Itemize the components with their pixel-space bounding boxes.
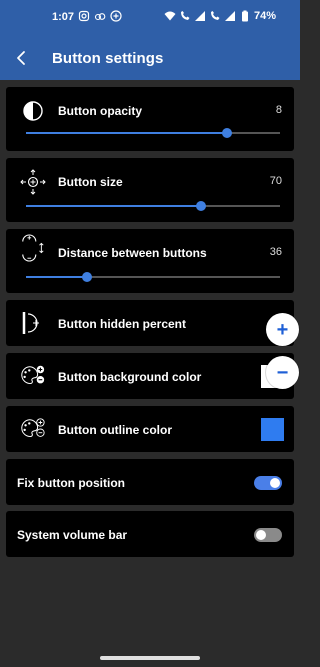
half-circle-icon — [20, 98, 46, 124]
distance-icon — [20, 234, 46, 262]
minus-icon: − — [276, 361, 289, 384]
gesture-nav-handle[interactable] — [100, 656, 200, 660]
setting-label: Button hidden percent — [58, 317, 186, 331]
volume-bar-toggle[interactable] — [254, 528, 282, 542]
slider-fill — [26, 276, 87, 278]
setting-label: System volume bar — [17, 528, 128, 542]
status-system-icons: 74% — [164, 10, 276, 22]
cloud-icon — [94, 13, 106, 21]
slider-thumb[interactable] — [196, 201, 207, 211]
setting-fix-button-position: Fix button position — [6, 459, 294, 505]
wifi-call-icon — [180, 11, 190, 20]
plus-circle-icon — [110, 10, 122, 22]
battery-percent: 74% — [253, 10, 276, 22]
signal-icon-2 — [224, 11, 235, 21]
slider-thumb[interactable] — [81, 272, 92, 282]
setting-value: 70 — [269, 175, 282, 187]
slider-thumb[interactable] — [221, 128, 232, 138]
setting-button-opacity: Button opacity 8 — [6, 87, 294, 151]
floating-volume-up-button[interactable]: + — [266, 313, 299, 346]
palette-icon — [20, 416, 46, 442]
setting-button-hidden-percent[interactable]: Button hidden percent — [6, 300, 294, 346]
wifi-call-icon-2 — [210, 11, 220, 20]
setting-label: Button opacity — [58, 104, 142, 118]
setting-label: Button size — [58, 175, 123, 189]
setting-button-size: Button size 70 — [6, 158, 294, 222]
wifi-icon — [164, 11, 176, 21]
setting-label: Distance between buttons — [58, 246, 207, 260]
setting-button-outline-color[interactable]: Button outline color — [6, 406, 294, 452]
toggle-knob — [256, 530, 266, 540]
setting-value: 36 — [269, 246, 282, 258]
status-bar: 1:07 74% — [0, 0, 300, 36]
page-title: Button settings — [52, 50, 164, 67]
hidden-percent-icon — [20, 310, 46, 336]
move-arrows-icon — [20, 169, 46, 195]
palette-icon — [20, 363, 46, 389]
setting-label: Button outline color — [58, 423, 172, 437]
setting-button-background-color[interactable]: Button background color — [6, 353, 294, 399]
setting-label: Fix button position — [17, 476, 125, 490]
distance-slider[interactable] — [26, 271, 280, 283]
setting-distance-between-buttons: Distance between buttons 36 — [6, 229, 294, 293]
status-time: 1:07 — [52, 11, 75, 23]
size-slider[interactable] — [26, 200, 280, 212]
fix-position-toggle[interactable] — [254, 476, 282, 490]
back-button[interactable] — [10, 46, 34, 70]
slider-fill — [26, 132, 227, 134]
setting-system-volume-bar: System volume bar — [6, 511, 294, 557]
setting-value: 8 — [275, 104, 282, 116]
plus-icon: + — [276, 318, 289, 341]
battery-icon — [241, 10, 248, 22]
signal-icon — [194, 11, 205, 21]
floating-volume-down-button[interactable]: − — [266, 356, 299, 389]
status-notification-icons — [78, 10, 122, 22]
setting-label: Button background color — [58, 370, 202, 384]
opacity-slider[interactable] — [26, 127, 280, 139]
slider-fill — [26, 205, 202, 207]
outline-color-swatch[interactable] — [261, 418, 284, 441]
back-arrow-icon — [17, 51, 25, 65]
app-bar: Button settings — [0, 36, 300, 80]
instagram-icon — [78, 10, 90, 22]
toggle-knob — [270, 478, 280, 488]
